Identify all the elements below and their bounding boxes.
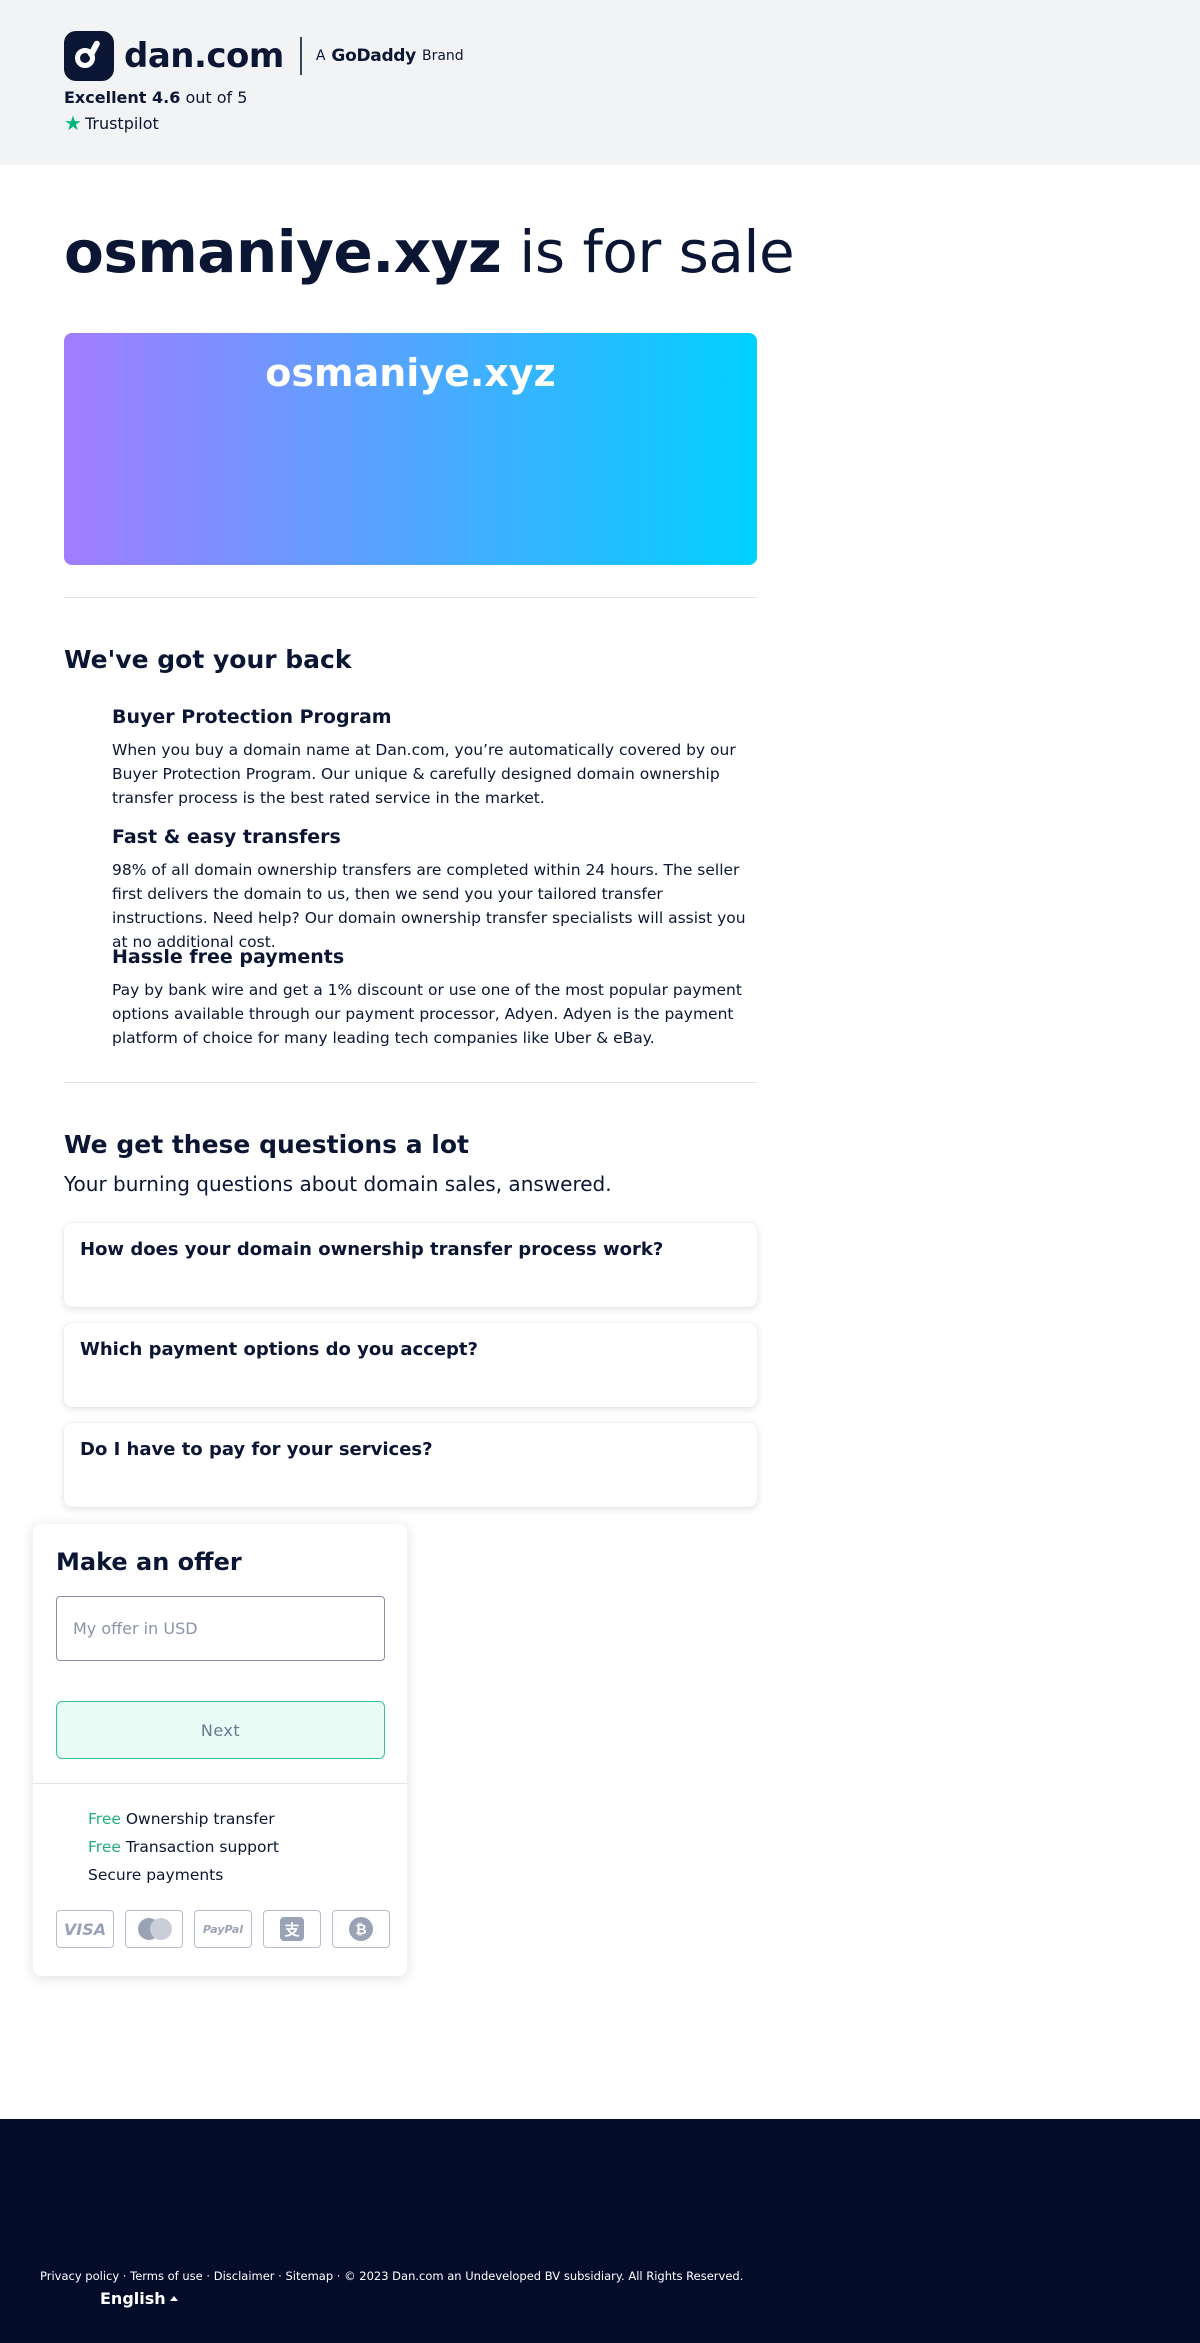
offer-amount-input[interactable]	[56, 1596, 385, 1661]
faq-item[interactable]: How does your domain ownership transfer …	[64, 1223, 757, 1307]
feature-title: Fast & easy transfers	[112, 826, 341, 848]
paypal-icon: PayPal	[194, 1910, 252, 1948]
trustpilot-text: Trustpilot	[84, 113, 159, 133]
trustpilot-star-icon: ★	[64, 111, 82, 135]
rating-suffix: out of 5	[185, 88, 248, 107]
perk-ownership-transfer: Free Ownership transfer	[88, 1810, 275, 1828]
offer-divider	[33, 1783, 407, 1784]
section-divider	[64, 597, 757, 598]
feature-title: Hassle free payments	[112, 946, 345, 968]
section-heading-faq: We get these questions a lot	[64, 1130, 469, 1159]
perk-text: Ownership transfer	[120, 1810, 275, 1828]
feature-text: 98% of all domain ownership transfers ar…	[112, 861, 746, 951]
logo-divider	[299, 37, 302, 75]
perk-transaction-support: Free Transaction support	[88, 1838, 279, 1856]
site-header: dan.com A GoDaddy Brand Excellent 4.6 ou…	[0, 0, 1200, 165]
godaddy-logo: GoDaddy	[331, 46, 416, 66]
brand-prefix: A	[315, 48, 326, 64]
perk-free-label: Free	[88, 1810, 121, 1828]
trustpilot-logo[interactable]: ★ Trustpilot	[64, 111, 159, 135]
faq-subheading: Your burning questions about domain sale…	[64, 1172, 612, 1196]
dan-logo-icon	[64, 31, 114, 81]
feature-buyer-protection: Buyer Protection Program When you buy a …	[112, 706, 757, 810]
brand-suffix: Brand	[421, 48, 464, 64]
perk-text: Secure payments	[88, 1866, 224, 1884]
language-label: English	[100, 2289, 166, 2308]
site-footer: Privacy policy · Terms of use · Disclaim…	[0, 2119, 1200, 2343]
domain-banner: osmaniye.xyz	[64, 333, 757, 565]
caret-up-icon	[169, 2296, 178, 2301]
payment-methods: VISA PayPal 支 ₿	[56, 1910, 390, 1948]
feature-hassle-free-payments: Hassle free payments Pay by bank wire an…	[112, 946, 757, 1050]
bitcoin-icon: ₿	[332, 1910, 390, 1948]
alipay-icon: 支	[263, 1910, 321, 1948]
footer-link-privacy[interactable]: Privacy policy	[40, 2269, 119, 2283]
feature-title: Buyer Protection Program	[112, 706, 392, 728]
faq-question: How does your domain ownership transfer …	[80, 1239, 664, 1260]
faq-item[interactable]: Do I have to pay for your services?	[64, 1423, 757, 1507]
next-button[interactable]: Next	[56, 1701, 385, 1759]
title-rest: is for sale	[501, 218, 795, 286]
page-title: osmaniye.xyz is for sale	[64, 218, 795, 286]
logo-text: dan.com	[124, 36, 284, 76]
banner-domain: osmaniye.xyz	[265, 351, 556, 395]
trustpilot-rating[interactable]: Excellent 4.6 out of 5	[64, 88, 247, 107]
offer-title: Make an offer	[56, 1548, 242, 1576]
mastercard-icon	[125, 1910, 183, 1948]
title-domain: osmaniye.xyz	[64, 218, 502, 286]
logo[interactable]: dan.com A GoDaddy Brand	[64, 30, 464, 82]
footer-link-disclaimer[interactable]: Disclaimer	[214, 2269, 275, 2283]
feature-text: Pay by bank wire and get a 1% discount o…	[112, 981, 742, 1047]
perk-free-label: Free	[88, 1838, 121, 1856]
footer-link-sitemap[interactable]: Sitemap	[286, 2269, 334, 2283]
visa-icon: VISA	[56, 1910, 114, 1948]
faq-question: Do I have to pay for your services?	[80, 1439, 433, 1460]
footer-link-terms[interactable]: Terms of use	[130, 2269, 203, 2283]
feature-text: When you buy a domain name at Dan.com, y…	[112, 741, 736, 807]
perk-secure-payments: Secure payments	[88, 1866, 223, 1884]
make-offer-panel: Make an offer Next Free Ownership transf…	[33, 1524, 407, 1976]
perk-text: Transaction support	[120, 1838, 279, 1856]
footer-links: Privacy policy · Terms of use · Disclaim…	[40, 2269, 744, 2283]
rating-score: Excellent 4.6	[64, 88, 181, 107]
faq-item[interactable]: Which payment options do you accept?	[64, 1323, 757, 1407]
section-divider	[64, 1082, 757, 1083]
feature-fast-transfers: Fast & easy transfers 98% of all domain …	[112, 826, 757, 954]
language-selector[interactable]: English	[100, 2289, 178, 2308]
footer-copyright: © 2023 Dan.com an Undeveloped BV subsidi…	[344, 2269, 744, 2283]
faq-question: Which payment options do you accept?	[80, 1339, 478, 1360]
section-heading-back: We've got your back	[64, 645, 352, 674]
